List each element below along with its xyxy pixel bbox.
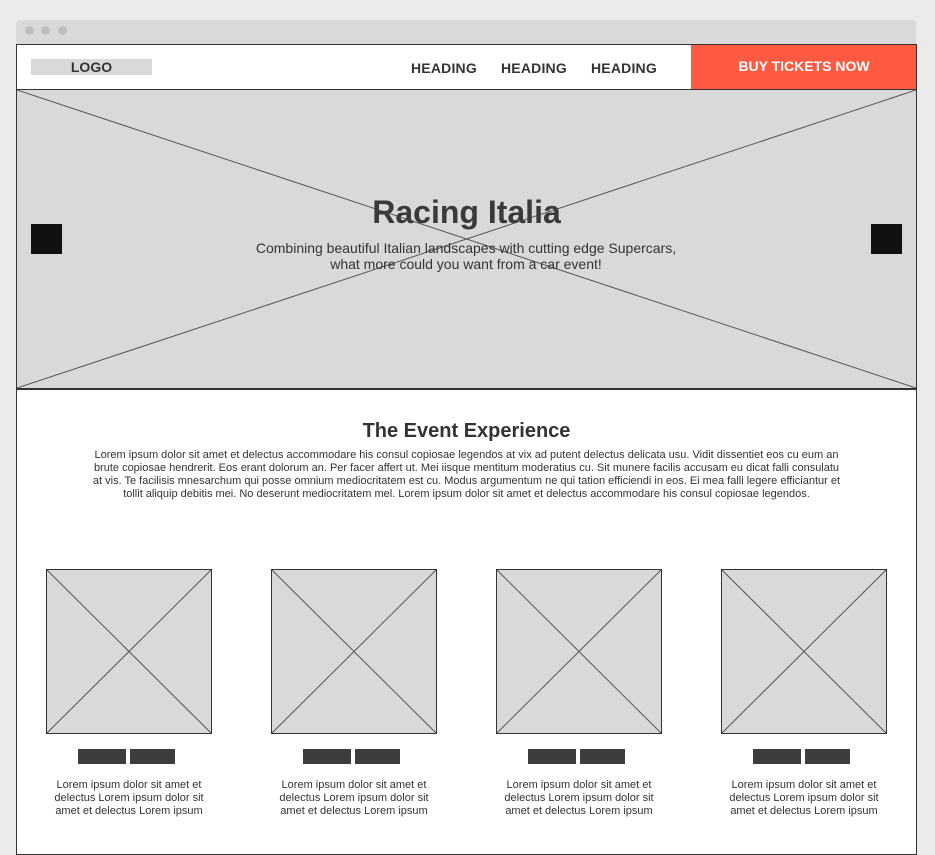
hero-subtitle: Combining beautiful Italian landscapes w… bbox=[255, 240, 677, 272]
hero-title: Racing Italia bbox=[372, 194, 561, 230]
feature-card: Lorem ipsum dolor sit amet et delectus L… bbox=[271, 569, 438, 829]
carousel-prev-button[interactable] bbox=[31, 224, 62, 254]
card-button-primary[interactable] bbox=[528, 749, 576, 764]
window-dot-icon bbox=[41, 26, 50, 35]
section-body: Lorem ipsum dolor sit amet et delectus a… bbox=[92, 449, 841, 500]
image-placeholder-icon bbox=[497, 570, 661, 733]
window-dot-icon bbox=[25, 26, 34, 35]
navbar: LOGO HEADING HEADING HEADING BUY TICKETS… bbox=[17, 45, 916, 91]
card-button-primary[interactable] bbox=[78, 749, 126, 764]
feature-card: Lorem ipsum dolor sit amet et delectus L… bbox=[721, 569, 888, 829]
card-text: Lorem ipsum dolor sit amet et delectus L… bbox=[279, 779, 429, 817]
carousel-next-button[interactable] bbox=[871, 224, 902, 254]
card-button-primary[interactable] bbox=[303, 749, 351, 764]
image-placeholder-icon bbox=[722, 570, 886, 733]
hero-banner: Racing Italia Combining beautiful Italia… bbox=[17, 90, 916, 390]
card-button-primary[interactable] bbox=[753, 749, 801, 764]
hero-image-placeholder-icon bbox=[17, 90, 916, 388]
card-button-secondary[interactable] bbox=[805, 749, 850, 764]
feature-card: Lorem ipsum dolor sit amet et delectus L… bbox=[496, 569, 663, 829]
card-image-placeholder bbox=[721, 569, 887, 734]
card-text: Lorem ipsum dolor sit amet et delectus L… bbox=[504, 779, 654, 817]
section-title: The Event Experience bbox=[362, 420, 571, 442]
browser-title-bar bbox=[16, 20, 916, 44]
nav-link-heading-3[interactable]: HEADING bbox=[591, 60, 657, 76]
feature-card: Lorem ipsum dolor sit amet et delectus L… bbox=[46, 569, 213, 829]
card-image-placeholder bbox=[271, 569, 437, 734]
card-text: Lorem ipsum dolor sit amet et delectus L… bbox=[729, 779, 879, 817]
nav-link-heading-2[interactable]: HEADING bbox=[501, 60, 567, 76]
page-frame: LOGO HEADING HEADING HEADING BUY TICKETS… bbox=[16, 44, 917, 855]
image-placeholder-icon bbox=[47, 570, 211, 733]
card-image-placeholder bbox=[496, 569, 662, 734]
card-image-placeholder bbox=[46, 569, 212, 734]
logo[interactable]: LOGO bbox=[31, 59, 152, 75]
image-placeholder-icon bbox=[272, 570, 436, 733]
card-button-secondary[interactable] bbox=[130, 749, 175, 764]
card-text: Lorem ipsum dolor sit amet et delectus L… bbox=[54, 779, 204, 817]
card-button-secondary[interactable] bbox=[355, 749, 400, 764]
buy-tickets-button[interactable]: BUY TICKETS NOW bbox=[691, 45, 916, 89]
card-button-secondary[interactable] bbox=[580, 749, 625, 764]
window-dot-icon bbox=[58, 26, 67, 35]
nav-link-heading-1[interactable]: HEADING bbox=[411, 60, 477, 76]
